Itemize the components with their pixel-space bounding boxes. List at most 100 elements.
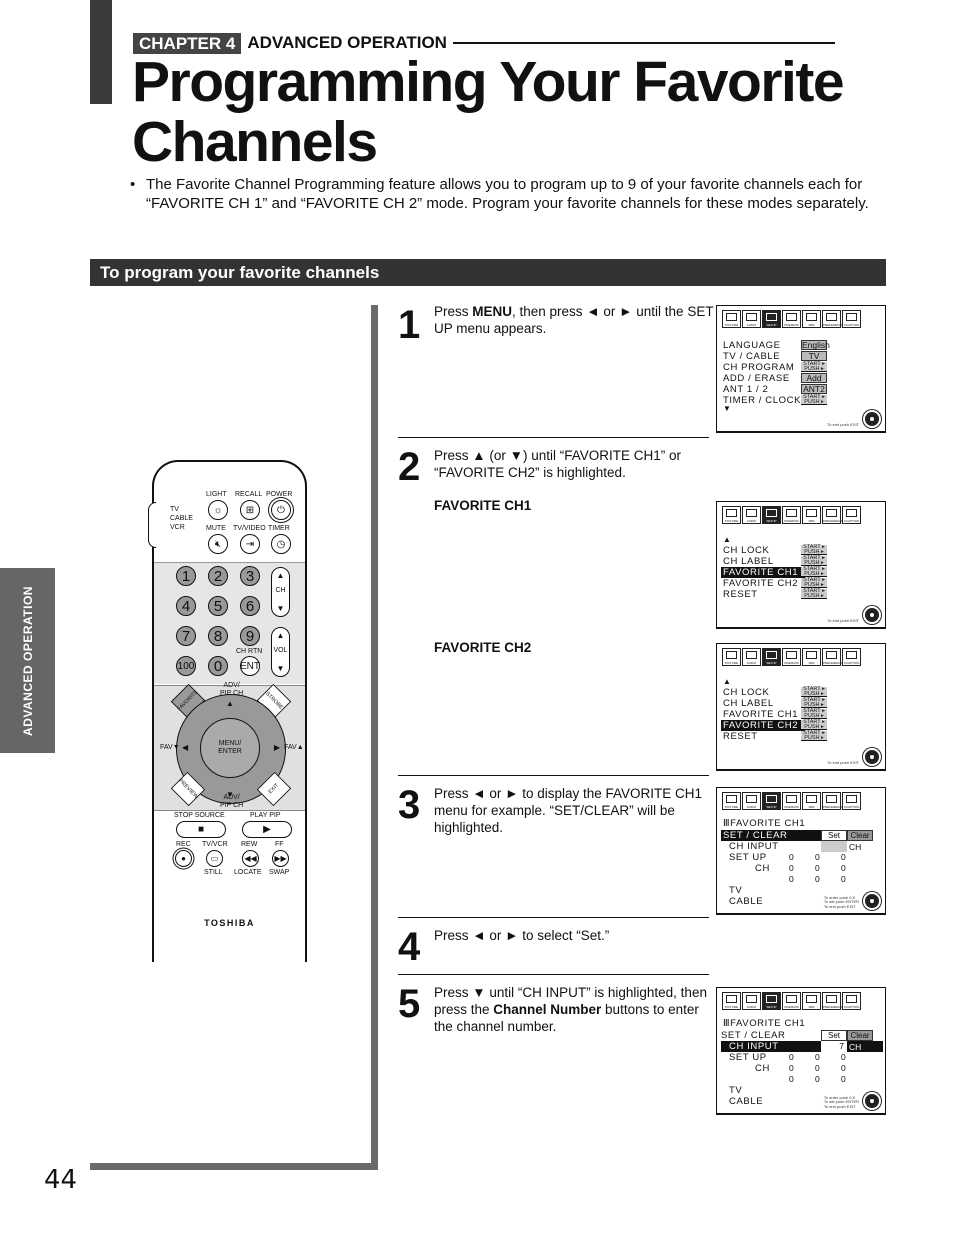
- osd-menu-icon-bar: PICTURE AUDIO SETUP PREMIUM SBS PREFERENCE CCA…: [722, 992, 861, 1010]
- osd-premium-icon: PREMIUM: [782, 310, 801, 328]
- number-button-5[interactable]: 5: [208, 596, 228, 616]
- ff-button[interactable]: ▶▶: [272, 850, 289, 867]
- step-divider: [398, 917, 709, 918]
- osd-row: TIMER / CLOCK: [723, 395, 802, 406]
- step-divider: [398, 974, 709, 975]
- number-button-ent[interactable]: ENT: [240, 656, 260, 676]
- osd-row: CH LOCK: [723, 687, 770, 698]
- tv-vcr-button[interactable]: ▭: [206, 850, 223, 867]
- osd-grid-cell: 0: [789, 852, 794, 862]
- page-title-line2: Channels: [132, 110, 378, 174]
- osd-sbs-icon: SBS: [802, 648, 821, 666]
- volume-rocker[interactable]: ▲ VOL ▼: [271, 627, 290, 677]
- osd-premium-icon: PREMIUM: [782, 992, 801, 1010]
- step-2-sub-fav1: FAVORITE CH1: [434, 498, 532, 513]
- adv-pip-label-bottom: ADV/ PIP CH: [220, 794, 244, 809]
- ch-rtn-label: CH RTN: [236, 648, 263, 655]
- osd-picture-icon: PICTURE: [722, 792, 741, 810]
- osd-footer-text: To enter push 0-9 To set push ENTER To end…: [823, 894, 859, 909]
- osd-dpad-icon: [863, 1092, 881, 1110]
- stop-button[interactable]: ■: [176, 821, 226, 838]
- osd-grid-cell: 0: [789, 1063, 794, 1073]
- step-5-number: 5: [398, 982, 421, 1026]
- right-arrow-icon[interactable]: ▶: [274, 743, 280, 752]
- osd-picture-icon: PICTURE: [722, 992, 741, 1010]
- power-button[interactable]: ⏻: [271, 500, 291, 520]
- osd-start-push-button: START ▸ PUSH ▸: [801, 708, 827, 719]
- power-label: POWER: [266, 491, 293, 498]
- light-button[interactable]: ☼: [208, 500, 228, 520]
- osd-audio-icon: AUDIO: [742, 992, 761, 1010]
- osd-setup-icon: SETUP: [762, 792, 781, 810]
- menu-enter-button[interactable]: MENU/ ENTER: [200, 718, 260, 778]
- osd-premium-icon: PREMIUM: [782, 648, 801, 666]
- number-button-9[interactable]: 9: [240, 626, 260, 646]
- left-arrow-icon[interactable]: ◀: [182, 743, 188, 752]
- osd-preference-icon: PREFERENCE: [822, 506, 844, 524]
- osd-start-push-button: START ▸ PUSH ▸: [801, 566, 827, 577]
- osd-preference-icon: PREFERENCE: [822, 992, 844, 1010]
- osd-grid-cell: 0: [841, 1063, 846, 1073]
- remote-control: TV CABLE VCR LIGHT RECALL POWER ☼ ⊞ ⏻ MU…: [148, 460, 307, 962]
- recall-button[interactable]: ⊞: [240, 500, 260, 520]
- osd-premium-icon: PREMIUM: [782, 792, 801, 810]
- rec-button[interactable]: ●: [175, 850, 192, 867]
- up-arrow-icon[interactable]: ▲: [226, 699, 234, 708]
- osd-row: CH LABEL: [723, 698, 774, 709]
- play-pip-label: PLAY PIP: [250, 812, 281, 819]
- osd-value: Add: [801, 373, 827, 383]
- osd-row: ADD / ERASE: [723, 373, 790, 384]
- osd-dpad-icon: [863, 892, 881, 910]
- number-button-1[interactable]: 1: [176, 566, 196, 586]
- osd-audio-icon: AUDIO: [742, 792, 761, 810]
- number-button-3[interactable]: 3: [240, 566, 260, 586]
- tv-video-button[interactable]: ⇥: [240, 534, 260, 554]
- osd-audio-icon: AUDIO: [742, 648, 761, 666]
- number-button-6[interactable]: 6: [240, 596, 260, 616]
- osd-ccaption-icon: CCAPTION: [842, 506, 861, 524]
- step-2-sub-fav2: FAVORITE CH2: [434, 640, 532, 655]
- step-4-text: Press ◄ or ► to select “Set.”: [434, 928, 610, 943]
- osd-picture-icon: PICTURE: [722, 648, 741, 666]
- osd-start-push-button: START ▸ PUSH ▸: [801, 555, 827, 566]
- timer-button[interactable]: ◷: [271, 534, 291, 554]
- osd-row: FAVORITE CH1: [723, 709, 799, 720]
- osd-setup-icon: SETUP: [762, 992, 781, 1010]
- osd-grid-cell: 0: [815, 1063, 820, 1073]
- number-button-4[interactable]: 4: [176, 596, 196, 616]
- play-button[interactable]: ▶: [242, 821, 292, 838]
- tv-vcr-label: TV/VCR: [202, 841, 228, 848]
- osd-premium-icon: PREMIUM: [782, 506, 801, 524]
- number-button-100[interactable]: 100: [176, 656, 196, 676]
- osd-grid-cell: 0: [841, 863, 846, 873]
- rew-button[interactable]: ◀◀: [242, 850, 259, 867]
- osd-clear-option: Clear: [847, 830, 873, 841]
- osd-grid-cell: 0: [815, 1052, 820, 1062]
- osd-grid-cell: 0: [815, 874, 820, 884]
- osd-row-cable: CABLE: [729, 896, 764, 907]
- page-title-line1: Programming Your Favorite: [132, 50, 845, 114]
- number-button-7[interactable]: 7: [176, 626, 196, 646]
- osd-grid-cell: 0: [841, 1052, 846, 1062]
- osd-grid-cell: 0: [841, 874, 846, 884]
- osd-grid-cell: 0: [815, 1074, 820, 1084]
- osd-row: LANGUAGE: [723, 340, 781, 351]
- osd-start-push-button: START ▸ PUSH ▸: [801, 719, 827, 730]
- mute-button[interactable]: 🔇︎: [208, 534, 228, 554]
- osd-preference-icon: PREFERENCE: [822, 792, 844, 810]
- osd-row: FAVORITE CH2: [721, 720, 805, 731]
- mute-label: MUTE: [206, 525, 226, 532]
- number-button-0[interactable]: 0: [208, 656, 228, 676]
- number-button-8[interactable]: 8: [208, 626, 228, 646]
- osd-row-cable: CABLE: [729, 1096, 764, 1107]
- number-button-2[interactable]: 2: [208, 566, 228, 586]
- step-divider: [398, 775, 709, 776]
- tv-cable-vcr-switch[interactable]: [148, 502, 156, 548]
- osd-start-push-button: START ▸ PUSH ▸: [801, 544, 827, 555]
- step-1-number: 1: [398, 303, 421, 347]
- osd-ccaption-icon: CCAPTION: [842, 992, 861, 1010]
- osd-footer-text: To end push EXIT: [827, 759, 859, 765]
- osd-setup-icon: SETUP: [762, 310, 781, 328]
- channel-rocker[interactable]: ▲ CH ▼: [271, 567, 290, 617]
- osd-row: CH LOCK: [723, 545, 770, 556]
